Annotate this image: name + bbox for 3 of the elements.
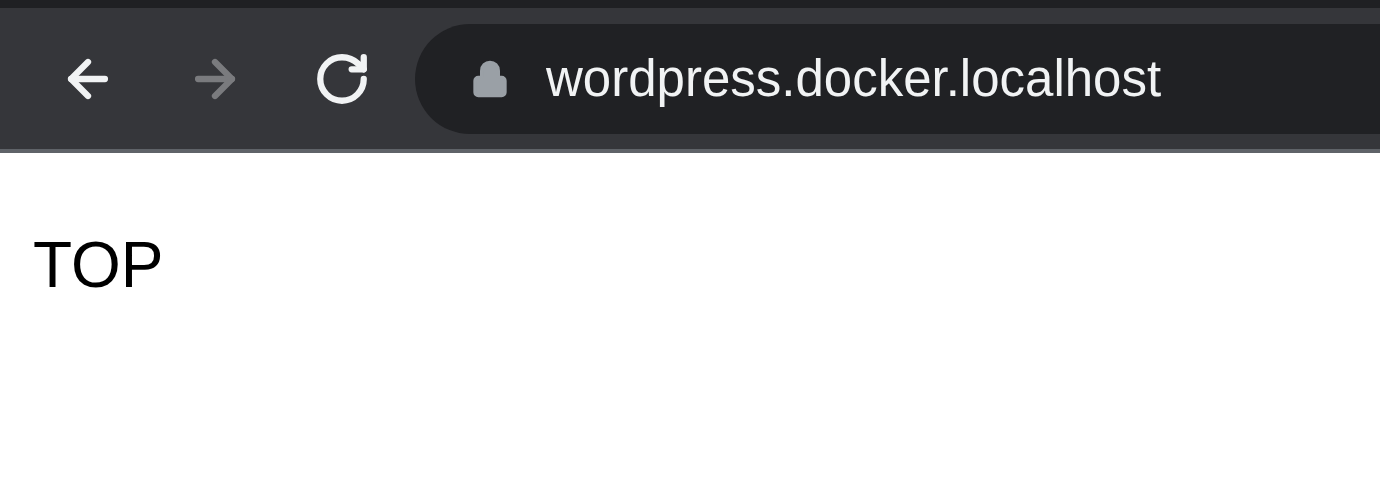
page-heading: TOP xyxy=(33,233,164,297)
address-bar[interactable]: wordpress.docker.localhost xyxy=(415,23,1380,134)
url-text: wordpress.docker.localhost xyxy=(546,49,1162,108)
